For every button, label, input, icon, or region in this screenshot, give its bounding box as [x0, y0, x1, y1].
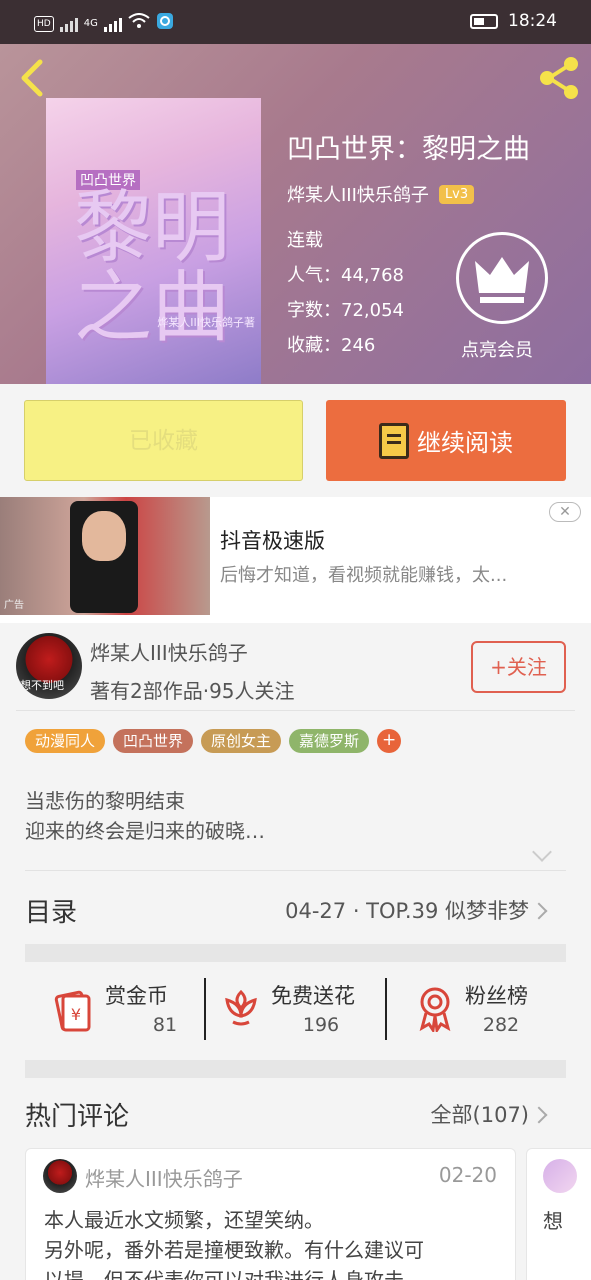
- share-button[interactable]: [537, 56, 581, 100]
- action-bar: ¥ 赏金币 81 免费送花 196 粉丝榜 282: [25, 962, 566, 1058]
- comment-line: 另外呢，番外若是撞梗致歉。有什么建议可: [44, 1238, 424, 1262]
- favorites-stat: 收藏：246: [287, 335, 376, 356]
- comment-card[interactable]: 烨某人III快乐鸽子 02-20 本人最近水文频繁，还望笑纳。 另外呢，番外若是…: [25, 1148, 516, 1280]
- divider: [16, 710, 575, 711]
- wifi-icon: [128, 13, 150, 34]
- catalog-chevron-right-icon[interactable]: [530, 902, 548, 920]
- tag-more-button[interactable]: +: [377, 729, 402, 753]
- author-name: 烨某人III快乐鸽子: [287, 185, 429, 206]
- tag-item[interactable]: 原创女主: [201, 729, 282, 753]
- follow-button[interactable]: +关注: [471, 641, 566, 693]
- comment-line: 以提，但不代表你可以对我进行人身攻击: [44, 1268, 404, 1280]
- book-cover[interactable]: 凹凸世界 黎明之曲 烨某人III快乐鸽子著: [46, 98, 261, 384]
- hot-comments-title: 热门评论: [25, 1102, 130, 1132]
- author-line[interactable]: 烨某人III快乐鸽子 Lv3: [287, 181, 475, 207]
- tag-item[interactable]: 动漫同人: [25, 729, 106, 753]
- intro-line-1: 当悲伤的黎明结束: [25, 789, 185, 813]
- author-section: 想不到吧 烨某人III快乐鸽子 著有2部作品·95人关注 +关注 动漫同人 凹凸…: [0, 623, 591, 873]
- author-block-name[interactable]: 烨某人III快乐鸽子: [90, 637, 248, 666]
- divider: [25, 870, 566, 871]
- catalog-title[interactable]: 目录: [25, 892, 77, 929]
- status-bar: HD 4G 18:24: [0, 0, 591, 44]
- comments-chevron-right-icon[interactable]: [530, 1106, 548, 1124]
- comment-line: 本人最近水文频繁，还望笑纳。: [44, 1208, 324, 1232]
- tag-list: 动漫同人 凹凸世界 原创女主 嘉德罗斯 +: [25, 729, 402, 753]
- vip-button[interactable]: [456, 232, 548, 324]
- close-icon: ✕: [559, 504, 571, 520]
- continue-reading-label: 继续阅读: [417, 429, 513, 457]
- crown-icon: [475, 257, 529, 303]
- reward-coins-label: 赏金币: [105, 984, 168, 1008]
- comment-text: 本人最近水文频繁，还望笑纳。 另外呢，番外若是撞梗致歉。有什么建议可 以提，但不…: [44, 1205, 504, 1280]
- commenter-avatar[interactable]: [43, 1159, 77, 1193]
- ad-person-graphic: [82, 511, 126, 561]
- cover-author: 烨某人III快乐鸽子著: [157, 316, 255, 329]
- avatar-caption: 想不到吧: [20, 679, 64, 692]
- ad-banner[interactable]: 广告 抖音极速版 后悔才知道，看视频就能赚钱，太... ✕: [0, 497, 591, 623]
- send-flower-label: 免费送花: [271, 984, 355, 1008]
- signal-icon-2: [103, 16, 122, 32]
- all-comments-link[interactable]: 全部(107): [431, 1099, 529, 1129]
- back-arrow-icon: [21, 59, 43, 97]
- tag-item[interactable]: 嘉德罗斯: [289, 729, 370, 753]
- svg-text:¥: ¥: [71, 1005, 81, 1024]
- level-badge: Lv3: [438, 184, 475, 204]
- divider: [385, 978, 387, 1040]
- signal-icon: [59, 16, 78, 32]
- share-icon: [540, 57, 578, 99]
- battery-icon: [470, 13, 498, 29]
- app-notification-icon: [156, 12, 174, 35]
- author-avatar[interactable]: 想不到吧: [16, 633, 82, 699]
- word-count-stat: 字数：72,054: [287, 300, 404, 321]
- ad-title: 抖音极速版: [220, 529, 325, 553]
- back-button[interactable]: [14, 56, 50, 100]
- ad-subtitle: 后悔才知道，看视频就能赚钱，太...: [220, 565, 508, 586]
- reward-coins-count: 81: [152, 1014, 178, 1036]
- ad-image: 广告: [0, 497, 210, 615]
- intro-line-2: 迎来的终会是归来的破晓…: [25, 819, 265, 843]
- tag-item[interactable]: 凹凸世界: [113, 729, 194, 753]
- comment-text: 想: [543, 1209, 563, 1233]
- comment-card[interactable]: 想: [526, 1148, 591, 1280]
- hd-indicator: HD: [34, 15, 54, 32]
- fan-ranking-button[interactable]: 粉丝榜 282: [415, 980, 545, 1042]
- author-meta: 著有2部作品·95人关注: [90, 679, 295, 703]
- send-flower-button[interactable]: 免费送花 196: [221, 980, 371, 1042]
- section-band: [25, 1060, 566, 1078]
- continue-reading-button[interactable]: 继续阅读: [326, 400, 566, 481]
- collected-button[interactable]: 已收藏: [24, 400, 303, 481]
- book-title: 凹凸世界：黎明之曲: [287, 134, 530, 165]
- vip-label[interactable]: 点亮会员: [461, 336, 533, 362]
- catalog-latest-chapter[interactable]: 04-27 · TOP.39 似梦非梦: [285, 895, 529, 925]
- ad-close-button[interactable]: ✕: [549, 502, 581, 522]
- expand-chevron-down-icon[interactable]: [532, 842, 552, 862]
- commenter-name[interactable]: 烨某人III快乐鸽子: [85, 1163, 243, 1192]
- section-band: [25, 944, 566, 962]
- fan-ranking-count: 282: [482, 1014, 520, 1036]
- flower-icon: [225, 989, 257, 1026]
- popularity-stat: 人气：44,768: [287, 265, 404, 286]
- gold-coin-icon: ¥: [54, 990, 91, 1032]
- divider: [204, 978, 206, 1040]
- medal-icon: [419, 987, 451, 1032]
- send-flower-count: 196: [302, 1014, 340, 1036]
- clock: 18:24: [508, 11, 557, 31]
- network-type: 4G: [83, 18, 98, 29]
- ad-tag: 广告: [4, 600, 24, 611]
- serial-status: 连载: [287, 230, 323, 251]
- book-icon: [379, 422, 409, 459]
- commenter-avatar[interactable]: [543, 1159, 577, 1193]
- book-header: 凹凸世界 黎明之曲 烨某人III快乐鸽子著 凹凸世界：黎明之曲 烨某人III快乐…: [0, 44, 591, 384]
- comment-date: 02-20: [438, 1163, 497, 1187]
- fan-ranking-label: 粉丝榜: [465, 984, 528, 1008]
- reward-coins-button[interactable]: ¥ 赏金币 81: [51, 980, 191, 1042]
